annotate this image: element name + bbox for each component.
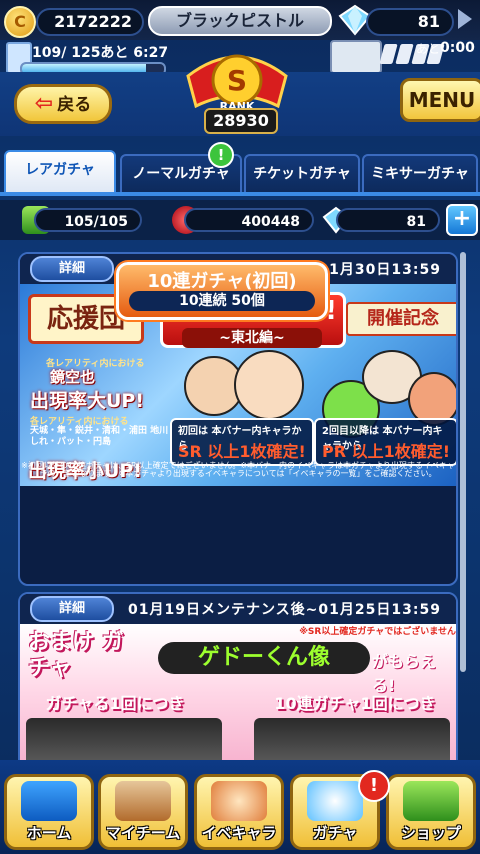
pr-guarantee-box: 2回目以降は 本バナー内キャラから PR 以上1枚確定! — [314, 418, 456, 466]
banner-header: 詳細 01月19日メンテナンス後~01月25日13:59 — [20, 594, 456, 624]
team-icon — [115, 781, 171, 821]
nav-label: イベキャラ — [201, 824, 277, 842]
tab-ticket-gacha[interactable]: チケットガチャ — [244, 154, 360, 194]
gacha-alert-badge: ! — [358, 770, 390, 802]
bottom-nav: ホーム マイチーム イベキャラ ガチャ ショップ — [0, 760, 480, 854]
ticket-icon — [330, 40, 382, 74]
shop-icon — [403, 781, 459, 821]
nav-shop[interactable]: ショップ — [386, 774, 476, 850]
gem-resource: 81 — [336, 208, 440, 232]
ten-pull-cost: 10連続 50個 — [129, 291, 315, 311]
tab-notification-badge: ! — [208, 142, 234, 168]
back-button[interactable]: ⇦ 戻る — [14, 84, 112, 124]
red-resource: 400448 — [184, 208, 314, 232]
menu-button[interactable]: MENU — [400, 78, 480, 122]
gedo-title: ゲドーくん像 — [158, 642, 370, 674]
nav-event-chara[interactable]: イベキャラ — [194, 774, 284, 850]
pr-text: PR 以上1枚確定! — [322, 442, 451, 461]
nav-my-team[interactable]: マイチーム — [98, 774, 188, 850]
gacha-banner-2: 詳細 01月19日メンテナンス後~01月25日13:59 おまけ ガチャ ※SR… — [18, 592, 458, 786]
player-name[interactable]: ブラックピストル — [148, 6, 332, 36]
banner-period: 01月19日メンテナンス後~01月25日13:59 — [128, 602, 441, 618]
banner-fine-print: ※初回以外の10連ガチャは、SR以上確定ではございません。※本バナー内のイベキャ… — [21, 461, 455, 478]
rate-up-large: 出現率大UP! — [30, 390, 145, 412]
ten-pull-label: 10連ガチャ(初回) — [147, 271, 297, 292]
ticket-ato: あと — [416, 42, 441, 56]
expand-arrow-icon[interactable] — [454, 6, 476, 32]
nav-label: ガチャ — [312, 824, 358, 842]
rank-score: 28930 — [204, 108, 278, 134]
back-label: 戻る — [57, 95, 92, 115]
detail-button[interactable]: 詳細 — [30, 596, 114, 622]
moraeru-label: がもらえる! — [372, 652, 437, 695]
gacha-tabs: レアガチャ ノーマルガチャ チケットガチャ ミキサーガチャ — [0, 150, 480, 194]
ten-pull-gacha-button[interactable]: 10連ガチャ(初回) 10連続 50個 — [116, 262, 328, 320]
back-arrow-icon: ⇦ — [34, 91, 54, 116]
resource-row: 105/105 400448 81 — [0, 200, 480, 240]
scrollbar[interactable] — [460, 252, 466, 672]
money-display: 2172222 — [36, 8, 144, 36]
money-value: 2172222 — [54, 12, 132, 31]
ticket-time: 0:00 — [440, 40, 475, 56]
rank-letter: S — [227, 64, 247, 97]
rate-up-names-2: 天城・隼・鋭井・清和・浦田 地川しれ・パット・円島 — [30, 426, 169, 447]
event-chara-icon — [211, 781, 267, 821]
sr-text: SR 以上1枚確定! — [178, 442, 306, 461]
nav-label: ショップ — [400, 824, 461, 842]
gacha-icon — [307, 781, 363, 821]
coin-icon: C — [4, 6, 36, 38]
nav-label: マイチーム — [105, 824, 181, 842]
reward-label-left: ガチャる1回につき — [45, 694, 185, 713]
omake-label: おまけ ガチャ — [28, 630, 124, 681]
banner-note: ※SR以上確定ガチャではございません — [299, 627, 456, 637]
nav-home[interactable]: ホーム — [4, 774, 94, 850]
green-resource: 105/105 — [34, 208, 142, 232]
home-icon — [21, 781, 77, 821]
banner-subtitle: ~東北編~ — [182, 328, 322, 348]
nav-label: ホーム — [26, 824, 72, 842]
detail-button[interactable]: 詳細 — [30, 256, 114, 282]
reward-label-right: 10連ガチャ1回につき — [274, 694, 436, 713]
gem-display: 81 — [366, 8, 454, 36]
add-gem-button[interactable]: + — [446, 204, 478, 236]
kinen-label: 開催記念 — [346, 302, 456, 336]
gem-value: 81 — [417, 12, 440, 31]
tab-mixer-gacha[interactable]: ミキサーガチャ — [362, 154, 478, 194]
tab-underline — [0, 192, 480, 196]
character-face — [234, 350, 304, 420]
rate-up-name-1: 鏡空也 — [50, 368, 96, 386]
tab-rare-gacha[interactable]: レアガチャ — [4, 150, 116, 194]
sr-guarantee-box: 初回は 本バナー内キャラから SR 以上1枚確定! — [170, 418, 314, 466]
